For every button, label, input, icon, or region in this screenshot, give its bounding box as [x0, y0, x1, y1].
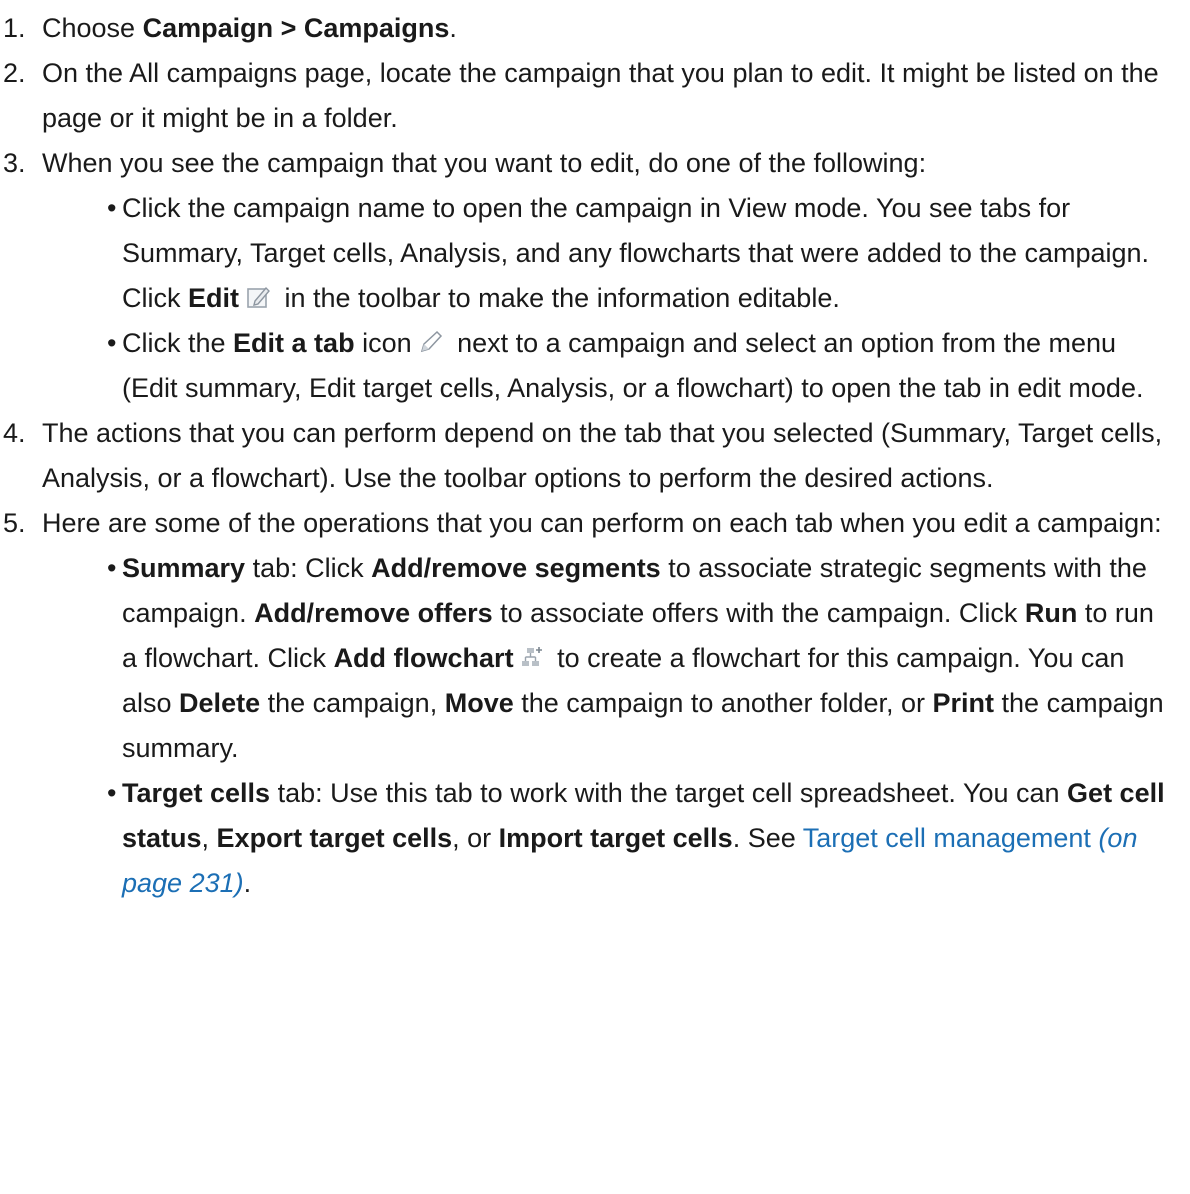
step-5: 5. Here are some of the operations that …	[0, 501, 1166, 546]
step-4: 4. The actions that you can perform depe…	[0, 411, 1166, 501]
step-text: Here are some of the operations that you…	[42, 508, 1162, 538]
list-item: • Click the Edit a tab icon next to a ca…	[0, 321, 1166, 411]
step-number: 5.	[3, 508, 26, 538]
step-number: 1.	[3, 13, 26, 43]
bullet-dot: •	[107, 193, 117, 223]
menu-path: Campaign > Campaigns	[142, 13, 450, 43]
step-3: 3. When you see the campaign that you wa…	[0, 141, 1166, 186]
edit-a-tab-label: Edit a tab	[233, 328, 355, 358]
step-number: 2.	[3, 58, 26, 88]
step-5-operations: • Summary tab: Click Add/remove segments…	[0, 546, 1166, 906]
step-3-options: • Click the campaign name to open the ca…	[0, 186, 1166, 411]
target-cell-management-link[interactable]: Target cell management	[803, 823, 1091, 853]
bullet-dot: •	[107, 778, 117, 808]
step-number: 3.	[3, 148, 26, 178]
step-text: Choose Campaign > Campaigns.	[42, 13, 457, 43]
instructions-document: 1. Choose Campaign > Campaigns. 2. On th…	[0, 0, 1190, 906]
list-item: • Target cells tab: Use this tab to work…	[0, 771, 1166, 906]
step-text: When you see the campaign that you want …	[42, 148, 927, 178]
step-text: On the All campaigns page, locate the ca…	[42, 58, 1159, 133]
bullet-dot: •	[107, 328, 117, 358]
step-2: 2. On the All campaigns page, locate the…	[0, 51, 1166, 141]
add-flowchart-icon	[520, 646, 544, 670]
step-text: The actions that you can perform depend …	[42, 418, 1163, 493]
edit-label: Edit	[188, 283, 239, 313]
list-item: • Click the campaign name to open the ca…	[0, 186, 1166, 321]
pencil-icon	[418, 329, 444, 355]
edit-icon	[245, 284, 271, 310]
bullet-dot: •	[107, 553, 117, 583]
step-1: 1. Choose Campaign > Campaigns.	[0, 6, 1166, 51]
list-item: • Summary tab: Click Add/remove segments…	[0, 546, 1166, 771]
step-number: 4.	[3, 418, 26, 448]
